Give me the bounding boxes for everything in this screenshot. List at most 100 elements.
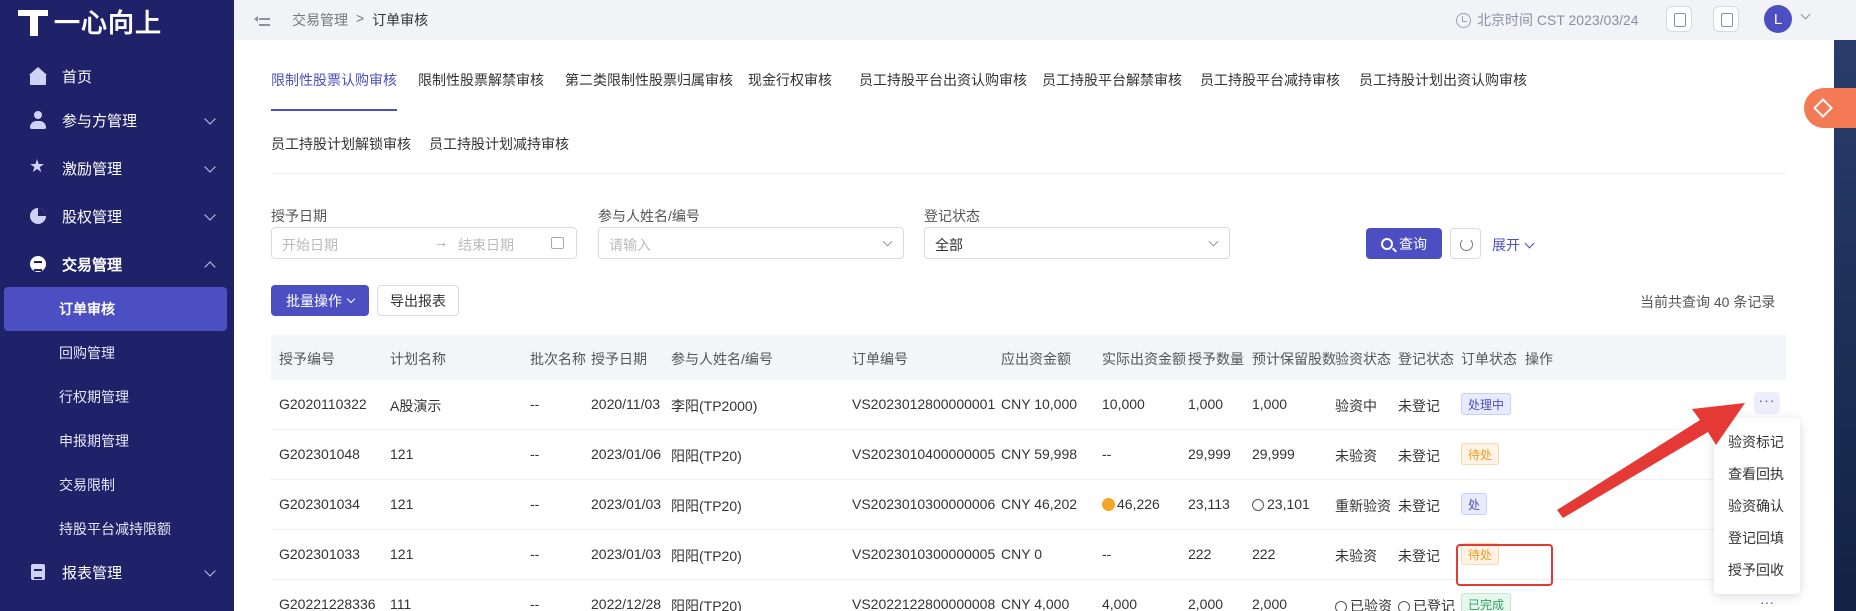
active-tab-indicator: [271, 109, 397, 111]
sidebar-subitem-label: 行权期管理: [59, 389, 129, 405]
tab-plan-unlock[interactable]: 员工持股计划解锁审核: [271, 134, 411, 154]
sidebar-subitem-label: 申报期管理: [59, 433, 129, 449]
sidebar-subitem-trade-restriction[interactable]: 交易限制: [0, 463, 234, 507]
collapse-sidebar-icon[interactable]: [254, 12, 270, 26]
sidebar-item-incentives[interactable]: 激励管理: [0, 145, 234, 191]
sidebar-item-label: 交易管理: [62, 256, 123, 274]
chevron-down-icon[interactable]: [1800, 9, 1811, 20]
sidebar-item-equity[interactable]: 股权管理: [0, 193, 234, 239]
cell-grant-no: G20221228336: [279, 596, 376, 611]
cell-verify-status: 未验资: [1335, 548, 1377, 564]
table-row[interactable]: G2020110322 A股演示 -- 2020/11/03 李阳(TP2000…: [271, 380, 1786, 430]
cell-reserve-value: 23,101: [1267, 496, 1310, 512]
tab-plan-reduction[interactable]: 员工持股计划减持审核: [429, 134, 569, 154]
sidebar-item-label: 首页: [62, 68, 93, 86]
participant-select[interactable]: 请输入: [598, 227, 904, 259]
search-button[interactable]: 查询: [1366, 228, 1442, 259]
search-icon: [1381, 237, 1393, 250]
cell-grant-no: G202301034: [279, 496, 360, 512]
floating-assistant-button[interactable]: [1804, 88, 1856, 128]
reset-button[interactable]: [1450, 228, 1481, 259]
cell-due-amount: CNY 59,998: [1001, 446, 1078, 462]
sidebar-subitem-exercise-period[interactable]: 行权期管理: [0, 375, 234, 419]
table-row[interactable]: G202301034 121 -- 2023/01/03 阳阳(TP20) VS…: [271, 480, 1786, 530]
cell-qty: 1,000: [1188, 396, 1224, 412]
menu-item-grant-recall[interactable]: 授予回收: [1714, 554, 1800, 586]
status-badge: 待处: [1461, 443, 1500, 465]
more-actions-button[interactable]: ···: [1754, 392, 1780, 414]
server-time-text: 北京时间 CST 2023/03/24: [1477, 12, 1639, 28]
sidebar-subitem-declaration-period[interactable]: 申报期管理: [0, 419, 234, 463]
avatar[interactable]: L: [1764, 5, 1792, 33]
document-button[interactable]: [1713, 6, 1739, 32]
sidebar-item-label: 激励管理: [62, 160, 123, 178]
tab-platform-unlock[interactable]: 员工持股平台解禁审核: [1042, 70, 1182, 90]
cell-register-status: 未登记: [1398, 498, 1440, 514]
clipboard-button[interactable]: [1666, 6, 1692, 32]
cell-batch: --: [530, 546, 540, 562]
column-header: 授予编号: [279, 351, 335, 367]
tab-restricted-subscription[interactable]: 限制性股票认购审核: [271, 70, 397, 90]
expand-label: 展开: [1492, 237, 1520, 253]
export-report-button[interactable]: 导出报表: [377, 285, 459, 316]
cell-register-status: 已登记: [1398, 596, 1455, 611]
cell-actual-amount: 46,226: [1102, 496, 1160, 512]
start-date-placeholder: 开始日期: [282, 237, 338, 253]
column-header: 授予数量: [1188, 351, 1244, 367]
cell-register-status: 未登记: [1398, 548, 1440, 564]
tab-platform-reduction[interactable]: 员工持股平台减持审核: [1200, 70, 1340, 90]
cell-date: 2023/01/03: [591, 496, 662, 512]
more-actions-button[interactable]: ···: [1754, 594, 1780, 611]
table-row[interactable]: G202301033 121 -- 2023/01/03 阳阳(TP20) VS…: [271, 530, 1786, 580]
expand-filters-link[interactable]: 展开: [1492, 235, 1535, 255]
tab-plan-subscription[interactable]: 员工持股计划出资认购审核: [1359, 70, 1527, 90]
cell-actual-amount: --: [1102, 446, 1112, 462]
column-header: 计划名称: [390, 351, 446, 367]
menu-item-view-receipt[interactable]: 查看回执: [1714, 458, 1800, 490]
menu-item-register-backfill[interactable]: 登记回填: [1714, 522, 1800, 554]
sidebar-subitem-buyback[interactable]: 回购管理: [0, 331, 234, 375]
tab-platform-subscription[interactable]: 员工持股平台出资认购审核: [859, 70, 1027, 90]
batch-operations-button[interactable]: 批量操作: [271, 285, 369, 316]
warning-icon[interactable]: [1102, 498, 1115, 511]
cell-batch: --: [530, 496, 540, 512]
batch-label: 批量操作: [286, 292, 342, 309]
annotation-highlight-box: [1456, 544, 1553, 586]
table-row[interactable]: G202301048 121 -- 2023/01/06 阳阳(TP20) VS…: [271, 430, 1786, 480]
cell-register-status: 未登记: [1398, 448, 1440, 464]
register-status-value: 全部: [935, 237, 963, 253]
register-status-select[interactable]: 全部: [924, 227, 1230, 259]
cell-order-no: VS2023012800000001: [852, 396, 996, 412]
sidebar-item-trading[interactable]: 交易管理: [0, 241, 234, 287]
cell-verify-value: 已验资: [1350, 598, 1392, 611]
sidebar-item-participants[interactable]: 参与方管理: [0, 97, 234, 143]
brand-logo[interactable]: 一心向上: [18, 4, 162, 38]
info-icon[interactable]: [1252, 499, 1264, 511]
sidebar: 一心向上 首页 参与方管理 激励管理 股权管理 交易管理 订单审核 回购管理 行…: [0, 0, 234, 611]
menu-item-verify-confirm[interactable]: 验资确认: [1714, 490, 1800, 522]
breadcrumb-separator: >: [356, 10, 365, 26]
cell-verify-status: 已验资: [1335, 596, 1392, 611]
cell-qty: 23,113: [1188, 496, 1230, 512]
column-header: 验资状态: [1335, 351, 1391, 367]
sidebar-subitem-order-review[interactable]: 订单审核: [4, 287, 227, 331]
sidebar-item-reports[interactable]: 报表管理: [0, 549, 234, 595]
pie-chart-icon: [28, 206, 48, 226]
column-header: 实际出资金额: [1102, 351, 1186, 367]
menu-item-verify-mark[interactable]: 验资标记: [1714, 426, 1800, 458]
info-icon[interactable]: [1335, 601, 1347, 611]
date-range-picker[interactable]: 开始日期 → 结束日期: [271, 227, 577, 259]
tab-class2-vesting[interactable]: 第二类限制性股票归属审核: [565, 70, 733, 90]
column-header: 应出资金额: [1001, 351, 1071, 367]
sidebar-subitem-label: 持股平台减持限额: [59, 521, 171, 537]
info-icon[interactable]: [1398, 601, 1410, 611]
tab-cash-exercise[interactable]: 现金行权审核: [748, 70, 832, 90]
sidebar-item-home[interactable]: 首页: [0, 53, 234, 99]
chevron-down-icon: [204, 209, 216, 221]
sidebar-subitem-reduction-limit[interactable]: 持股平台减持限额: [0, 507, 234, 551]
tab-restricted-unlock[interactable]: 限制性股票解禁审核: [418, 70, 544, 90]
search-button-label: 查询: [1399, 235, 1427, 252]
cell-qty: 29,999: [1188, 446, 1231, 462]
table-row[interactable]: G20221228336 111 -- 2022/12/28 阳阳(TP20) …: [271, 580, 1786, 611]
breadcrumb-parent[interactable]: 交易管理: [292, 10, 348, 30]
